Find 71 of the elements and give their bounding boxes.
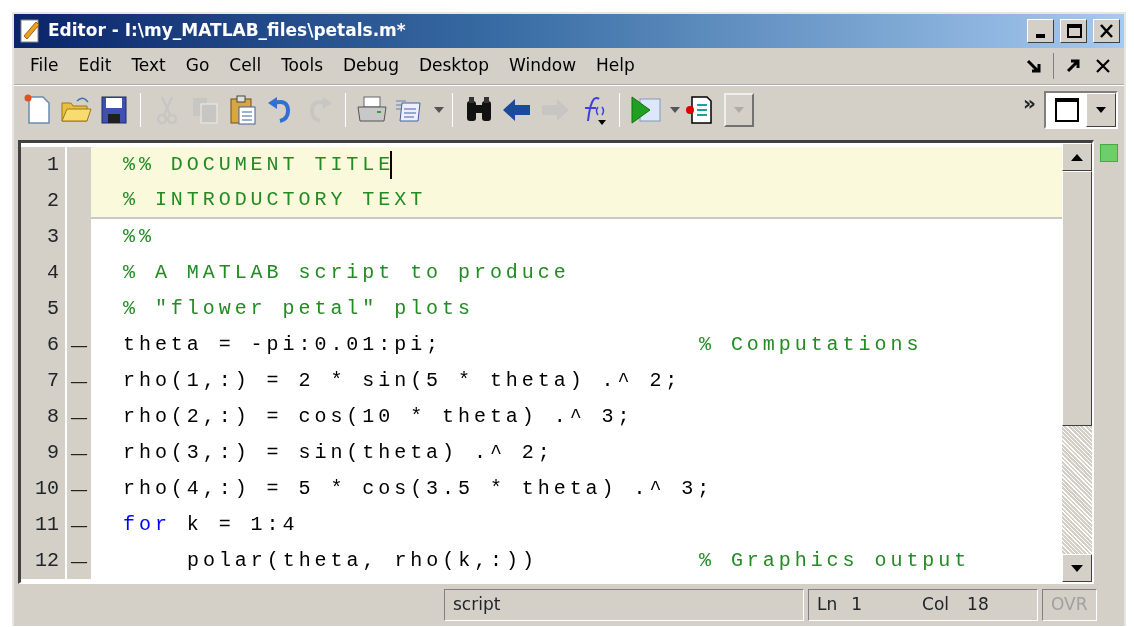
line-number: 3 bbox=[21, 219, 65, 255]
line-number: 8 bbox=[21, 399, 65, 435]
breakpoint-dash[interactable]: — bbox=[70, 334, 88, 355]
line-value: 1 bbox=[851, 593, 863, 617]
comment-text: % INTRODUCTORY TEXT bbox=[123, 187, 427, 213]
menu-item[interactable]: Help bbox=[586, 51, 645, 81]
menu-item[interactable]: File bbox=[20, 51, 69, 81]
scroll-down-icon bbox=[1071, 564, 1083, 572]
comment-text: % "flower petal" plots bbox=[123, 296, 474, 322]
comment-text: % A MATLAB script to produce bbox=[123, 260, 570, 286]
play-icon bbox=[628, 93, 662, 127]
line-label: Ln bbox=[817, 593, 838, 617]
caret-icon bbox=[1096, 107, 1106, 113]
code-text: polar(theta, rho(k,:)) bbox=[187, 548, 538, 574]
breakpoint-dash[interactable]: — bbox=[70, 406, 88, 427]
window-title: Editor - I:\my_MATLAB_files\petals.m* bbox=[48, 19, 406, 43]
line-number: 6 bbox=[21, 327, 65, 363]
scroll-up-icon bbox=[1071, 153, 1083, 161]
comment-text: % Graphics output bbox=[699, 548, 971, 574]
line-number: 4 bbox=[21, 255, 65, 291]
menu-item[interactable]: Text bbox=[121, 51, 176, 81]
breakpoint-dash[interactable]: — bbox=[70, 550, 88, 571]
breakpoint-dash[interactable]: — bbox=[70, 478, 88, 499]
code-text: rho(4,:) = 5 * cos(3.5 * theta) .^ 3; bbox=[123, 476, 714, 502]
menu-item[interactable]: Tools bbox=[271, 51, 333, 81]
maximize-button[interactable] bbox=[1060, 19, 1087, 43]
menu-item[interactable]: Desktop bbox=[408, 51, 500, 81]
overflow-chevron[interactable]: » bbox=[1023, 88, 1036, 118]
comment-text: % Computations bbox=[699, 332, 923, 358]
breakpoint-dash[interactable]: — bbox=[70, 514, 88, 535]
dock-arrow-icon bbox=[1025, 57, 1043, 75]
line-number: 9 bbox=[21, 435, 65, 471]
column-label: Col bbox=[922, 593, 950, 617]
code-text: k = 1:4 bbox=[185, 512, 299, 538]
column-value: 18 bbox=[967, 593, 989, 617]
line-number: 10 bbox=[21, 471, 65, 507]
menu-item[interactable]: Debug bbox=[333, 51, 409, 81]
breakpoint-gutter bbox=[65, 147, 91, 183]
code-text: rho(3,:) = sin(theta) .^ 2; bbox=[123, 440, 554, 466]
menu-item[interactable]: Window bbox=[499, 51, 587, 81]
caret-icon bbox=[434, 107, 444, 113]
comment-text: %% bbox=[123, 224, 155, 250]
breakpoint-dash[interactable]: — bbox=[70, 442, 88, 463]
close-icon bbox=[1094, 57, 1112, 75]
menu-item[interactable]: Edit bbox=[68, 51, 122, 81]
line-number: 2 bbox=[21, 183, 65, 219]
line-number: 7 bbox=[21, 363, 65, 399]
code-text: theta = -pi:0.01:pi; bbox=[123, 332, 443, 358]
caret-icon bbox=[734, 107, 744, 113]
comment-text: %% DOCUMENT TITLE bbox=[123, 152, 395, 178]
undock-arrow-icon bbox=[1064, 57, 1082, 75]
vertical-scrollbar[interactable] bbox=[1062, 143, 1092, 582]
pencil-document-icon bbox=[18, 18, 42, 44]
keyword-text: for bbox=[123, 512, 171, 538]
caret-icon bbox=[670, 107, 680, 113]
layout-dropdown[interactable] bbox=[1044, 91, 1118, 129]
line-number: 1 bbox=[21, 147, 65, 183]
menu-item[interactable]: Go bbox=[175, 51, 220, 81]
code-text: rho(1,:) = 2 * sin(5 * theta) .^ 2; bbox=[123, 368, 682, 394]
status-indicator-icon bbox=[1100, 144, 1118, 162]
line-number: 5 bbox=[21, 291, 65, 327]
code-text: rho(2,:) = cos(10 * theta) .^ 3; bbox=[123, 404, 634, 430]
file-type-text: script bbox=[444, 589, 804, 621]
line-number: 11 bbox=[21, 507, 65, 543]
close-button[interactable] bbox=[1093, 19, 1120, 43]
minimize-button[interactable] bbox=[1027, 19, 1054, 43]
menu-item[interactable]: Cell bbox=[219, 51, 272, 81]
scroll-thumb[interactable] bbox=[1062, 171, 1092, 426]
breakpoint-dash[interactable]: — bbox=[70, 370, 88, 391]
minimize-icon bbox=[1036, 34, 1045, 38]
line-number: 12 bbox=[21, 543, 65, 579]
